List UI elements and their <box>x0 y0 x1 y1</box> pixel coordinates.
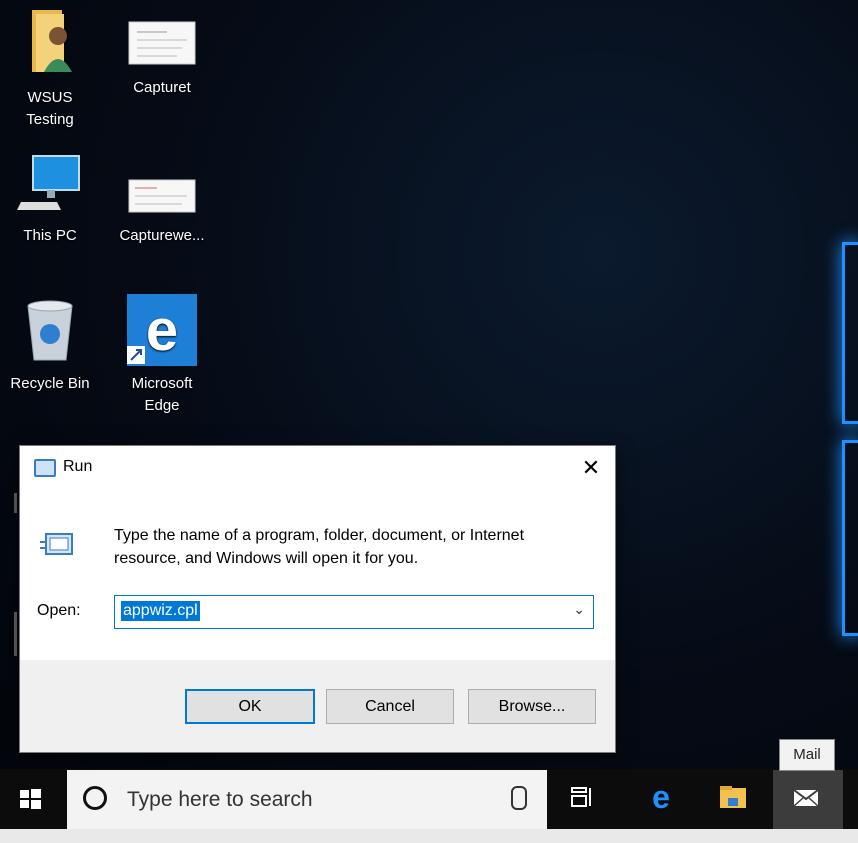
icon-label: WSUS <box>27 89 73 106</box>
computer-icon <box>17 155 80 210</box>
mail-tooltip: Mail <box>779 739 835 771</box>
dialog-title: Run <box>63 458 93 475</box>
microphone-icon[interactable] <box>511 786 527 810</box>
background-window-edge <box>14 612 17 656</box>
browse-button[interactable]: Browse... <box>468 689 596 724</box>
mail-icon[interactable] <box>791 782 821 812</box>
image-file-icon <box>128 179 196 213</box>
task-view-icon[interactable] <box>568 782 598 812</box>
open-input-value[interactable]: appwiz.cpl <box>121 601 200 621</box>
cancel-button[interactable]: Cancel <box>326 689 454 724</box>
close-button[interactable]: ✕ <box>577 454 605 482</box>
icon-label: Recycle Bin <box>10 375 90 392</box>
icon-label: Capturet <box>133 79 191 96</box>
desktop-wallpaper-glow <box>842 440 858 636</box>
cortana-icon <box>83 786 107 810</box>
ok-button[interactable]: OK <box>185 689 315 724</box>
taskbar-search-box[interactable]: Type here to search <box>67 770 547 829</box>
desktop-icon-microsoft-edge[interactable]: e Microsoft Edge <box>112 294 212 417</box>
icon-label: Capturewe... <box>119 227 205 244</box>
edge-taskbar-icon[interactable]: e <box>646 782 676 812</box>
run-dialog: Run ✕ Type the name of a program, folder… <box>19 445 616 753</box>
recycle-bin-icon <box>27 300 73 361</box>
chevron-down-icon[interactable]: ⌄ <box>573 601 585 618</box>
file-explorer-icon[interactable] <box>718 782 748 812</box>
run-app-icon <box>40 533 73 555</box>
desktop-wallpaper-glow <box>842 242 858 424</box>
svg-text:e: e <box>652 782 670 812</box>
folder-user-icon <box>32 10 72 72</box>
open-combobox[interactable]: appwiz.cpl ⌄ <box>114 595 594 629</box>
desktop-icon-recycle-bin[interactable]: Recycle Bin <box>0 298 100 395</box>
screen-bottom-strip <box>0 829 858 843</box>
windows-start-icon[interactable] <box>18 787 42 811</box>
search-placeholder: Type here to search <box>127 788 313 811</box>
desktop-icon-this-pc[interactable]: This PC <box>0 152 100 247</box>
run-icon <box>34 459 56 477</box>
svg-text:e: e <box>146 298 178 363</box>
edge-icon: e <box>127 294 197 366</box>
title-bar[interactable]: Run ✕ <box>20 446 615 490</box>
icon-label: Edge <box>144 397 180 414</box>
icon-label: Microsoft <box>131 375 193 392</box>
desktop-icon-capturet[interactable]: Capturet <box>112 20 212 99</box>
icon-label: This PC <box>23 227 77 244</box>
icon-label: Testing <box>26 111 74 128</box>
image-file-icon <box>128 21 196 65</box>
desktop-icon-wsus-testing[interactable]: WSUS Testing <box>0 6 100 131</box>
background-window-edge <box>14 493 17 513</box>
dialog-description: Type the name of a program, folder, docu… <box>114 527 525 567</box>
open-label: Open: <box>37 602 81 619</box>
desktop-icon-capturewe[interactable]: Capturewe... <box>112 178 212 247</box>
